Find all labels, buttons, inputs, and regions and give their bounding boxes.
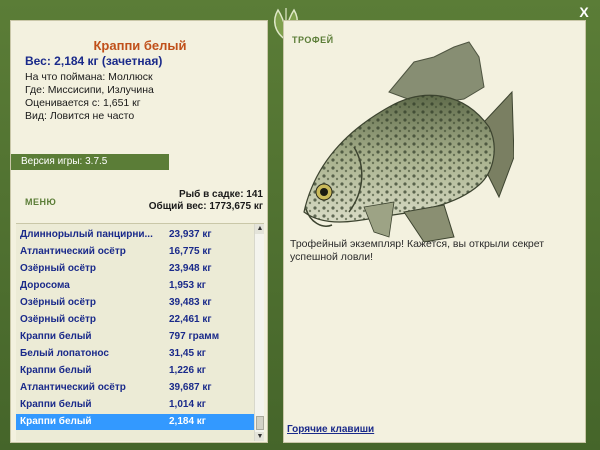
close-button[interactable]: X <box>576 4 592 20</box>
location-line: Где: Миссисипи, Излучина <box>25 84 154 96</box>
keepnet-totals: Рыб в садке: 141 Общий вес: 1773,675 кг <box>149 189 263 213</box>
list-item-weight: 23,937 кг <box>169 229 212 240</box>
hotkeys-link[interactable]: Горячие клавиши <box>287 424 374 435</box>
game-version: Версия игры: 3.7.5 <box>11 154 169 170</box>
scroll-up-icon[interactable]: ▲ <box>255 224 264 234</box>
list-item-weight: 1,953 кг <box>169 280 206 291</box>
catch-list: Длиннорылый панцирни... 23,937 кг Атлант… <box>16 223 264 441</box>
list-item-name: Озёрный осётр <box>20 297 97 308</box>
list-item-name: Краппи белый <box>20 365 92 376</box>
crappie-fish-image <box>303 41 514 242</box>
list-item-name: Краппи белый <box>20 331 92 342</box>
list-item[interactable]: Атлантический осётр 16,775 кг <box>16 244 256 260</box>
list-item-weight: 22,461 кг <box>169 314 212 325</box>
menu-button[interactable]: МЕНЮ <box>25 197 56 207</box>
list-item[interactable]: Озёрный осётр 23,948 кг <box>16 261 256 277</box>
bait-line: На что поймана: Моллюск <box>25 71 153 83</box>
list-item-weight: 1,226 кг <box>169 365 206 376</box>
list-item-name: Атлантический осётр <box>20 246 126 257</box>
list-item-name: Белый лопатонос <box>20 348 109 359</box>
catch-info-panel: Краппи белый Вес: 2,184 кг (зачетная) На… <box>10 20 268 443</box>
list-item[interactable]: Белый лопатонос 31,45 кг <box>16 346 256 362</box>
list-item[interactable]: Атлантический осётр 39,687 кг <box>16 380 256 396</box>
list-item-name: Озёрный осётр <box>20 263 97 274</box>
list-item-weight: 797 грамм <box>169 331 220 342</box>
rarity-line: Вид: Ловится не часто <box>25 110 135 122</box>
list-item-name: Атлантический осётр <box>20 382 126 393</box>
list-item-selected[interactable]: Краппи белый 2,184 кг <box>16 414 256 430</box>
list-item-weight: 1,014 кг <box>169 399 206 410</box>
scroll-thumb[interactable] <box>256 416 264 430</box>
list-item[interactable]: Длиннорылый панцирни... 23,937 кг <box>16 227 256 243</box>
list-item[interactable]: Краппи белый 1,014 кг <box>16 397 256 413</box>
total-weight: Общий вес: 1773,675 кг <box>148 201 263 212</box>
list-item-weight: 2,184 кг <box>169 416 206 427</box>
fish-count: Рыб в садке: 141 <box>178 189 263 200</box>
list-item-name: Краппи белый <box>20 416 92 427</box>
trophy-message: Трофейный экземпляр! Кажется, вы открыли… <box>290 238 545 263</box>
scroll-down-icon[interactable]: ▼ <box>255 432 264 441</box>
list-scrollbar[interactable]: ▲ ▼ <box>254 224 264 441</box>
catch-details: На что поймана: Моллюск Где: Миссисипи, … <box>25 71 154 123</box>
list-item-name: Длиннорылый панцирни... <box>20 229 153 240</box>
fish-name: Краппи белый <box>93 38 187 53</box>
list-item[interactable]: Краппи белый 1,226 кг <box>16 363 256 379</box>
list-item[interactable]: Доросома 1,953 кг <box>16 278 256 294</box>
min-weight-line: Оценивается с: 1,651 кг <box>25 97 141 109</box>
list-item-weight: 23,948 кг <box>169 263 212 274</box>
list-item-name: Краппи белый <box>20 399 92 410</box>
list-item-weight: 16,775 кг <box>169 246 212 257</box>
trophy-panel: ТРОФЕЙ Трофейный экземпляр! Кажется, вы … <box>283 20 586 443</box>
list-item[interactable]: Озёрный осётр 39,483 кг <box>16 295 256 311</box>
list-item[interactable]: Краппи белый 797 грамм <box>16 329 256 345</box>
list-item-name: Доросома <box>20 280 70 291</box>
list-item-weight: 39,483 кг <box>169 297 212 308</box>
list-item-weight: 31,45 кг <box>169 348 206 359</box>
list-item-weight: 39,687 кг <box>169 382 212 393</box>
list-item-name: Озёрный осётр <box>20 314 97 325</box>
list-item[interactable]: Озёрный осётр 22,461 кг <box>16 312 256 328</box>
fish-weight: Вес: 2,184 кг (зачетная) <box>25 54 163 68</box>
